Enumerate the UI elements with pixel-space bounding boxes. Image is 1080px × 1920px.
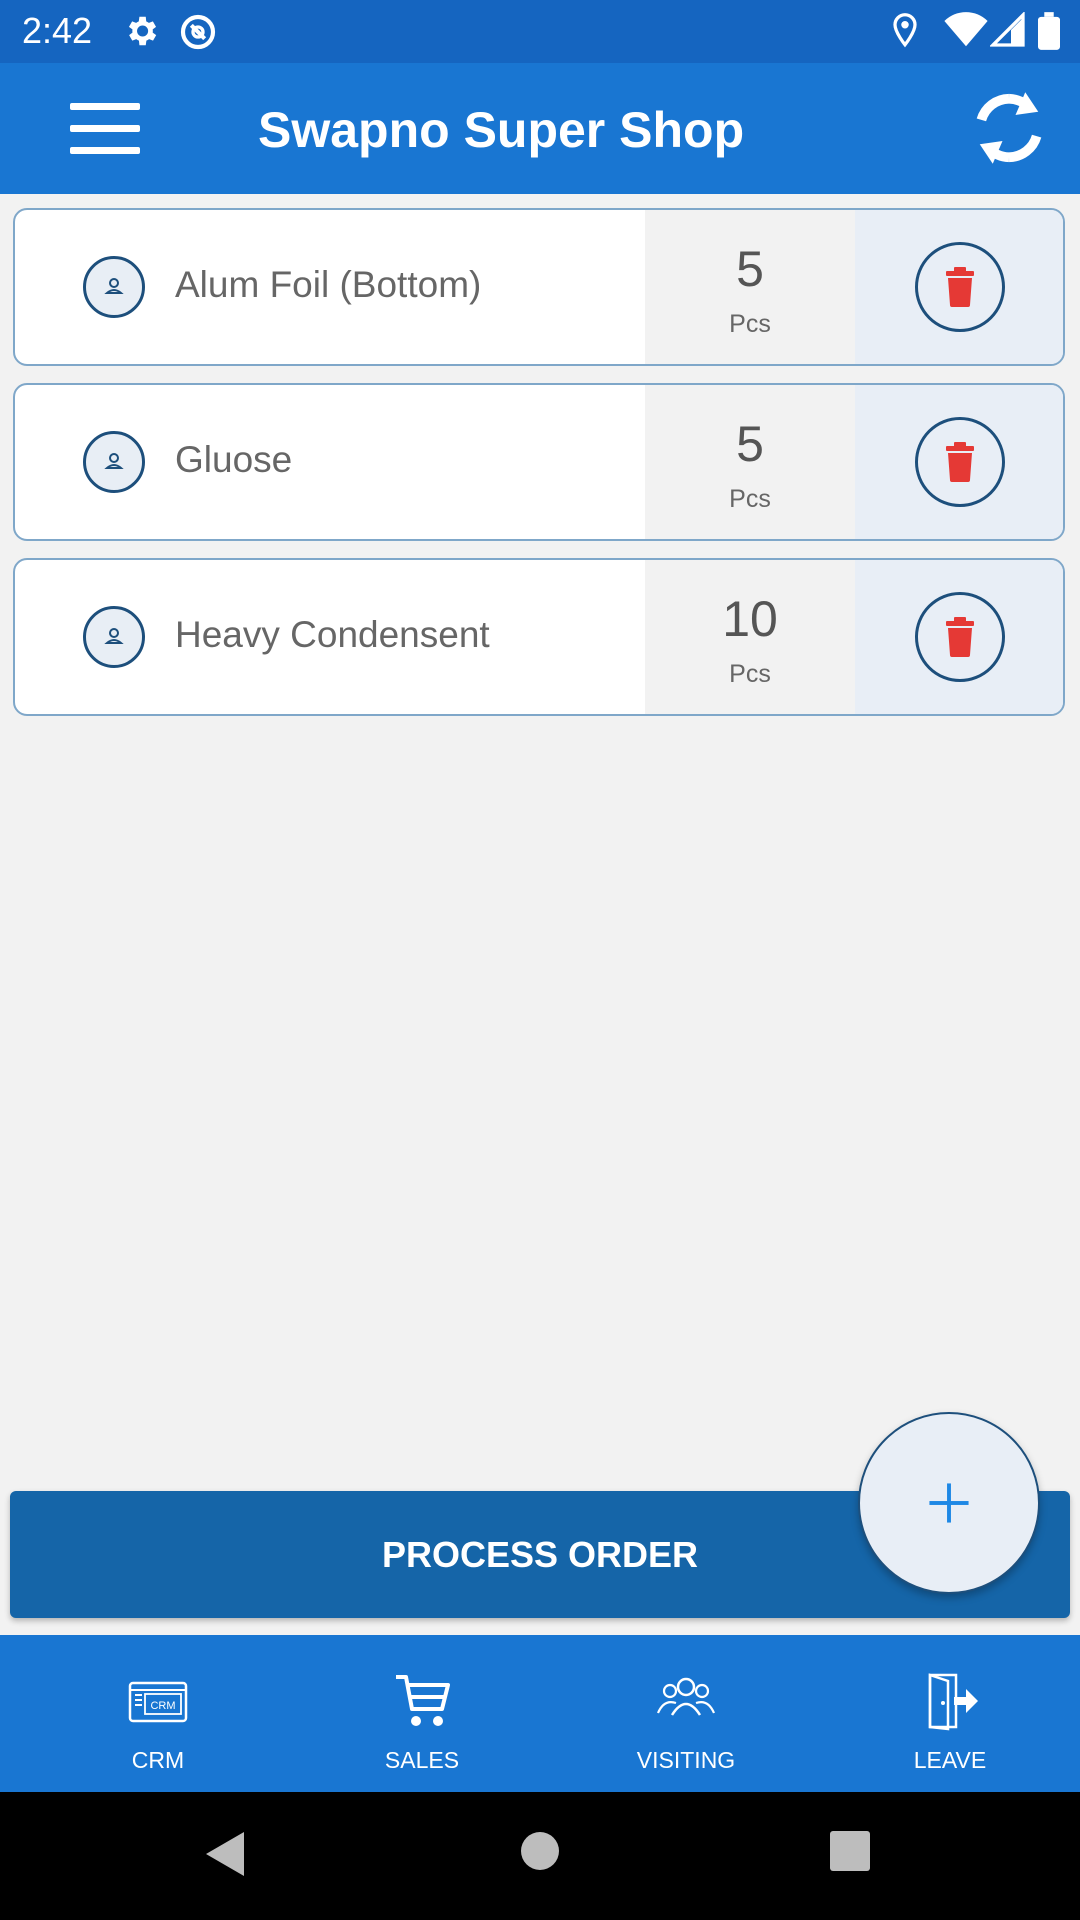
quantity-box[interactable]: 5 Pcs bbox=[645, 210, 855, 364]
quantity-box[interactable]: 10 Pcs bbox=[645, 560, 855, 714]
people-icon bbox=[656, 1677, 716, 1716]
app-title: Swapno Super Shop bbox=[258, 102, 745, 158]
nav-item-visiting[interactable]: VISITING bbox=[554, 1635, 818, 1792]
location-icon bbox=[893, 13, 917, 48]
status-time: 2:42 bbox=[22, 10, 93, 51]
quantity-box[interactable]: 5 Pcs bbox=[645, 385, 855, 539]
item-unit: Pcs bbox=[729, 660, 771, 688]
nav-item-sales[interactable]: SALES bbox=[290, 1635, 554, 1792]
app-bar: Swapno Super Shop bbox=[0, 63, 1080, 194]
trash-icon bbox=[946, 617, 974, 657]
product-icon bbox=[83, 606, 145, 668]
product-icon bbox=[83, 256, 145, 318]
delete-button[interactable] bbox=[915, 242, 1005, 332]
recents-icon[interactable] bbox=[830, 1831, 870, 1871]
item-name: Heavy Condensent bbox=[175, 614, 490, 655]
delete-area bbox=[855, 210, 1063, 364]
refresh-icon[interactable] bbox=[970, 87, 1048, 169]
item-quantity: 5 bbox=[736, 241, 764, 297]
list-item: Gluose 5 Pcs bbox=[13, 383, 1065, 541]
list-item: Heavy Condensent 10 Pcs bbox=[13, 558, 1065, 716]
svg-text:CRM: CRM bbox=[150, 1700, 175, 1712]
delete-area bbox=[855, 385, 1063, 539]
nav-label: SALES bbox=[384, 1747, 460, 1773]
settings-icon bbox=[128, 16, 157, 46]
trash-icon bbox=[946, 442, 974, 482]
cart-icon bbox=[396, 1675, 450, 1726]
list-item: Alum Foil (Bottom) 5 Pcs bbox=[13, 208, 1065, 366]
back-icon[interactable] bbox=[204, 1830, 246, 1878]
sync-status-icon bbox=[180, 14, 216, 50]
nav-item-crm[interactable]: CRM CRM bbox=[26, 1635, 290, 1792]
trash-icon bbox=[946, 267, 974, 307]
exit-icon bbox=[928, 1673, 978, 1731]
item-quantity: 10 bbox=[722, 591, 778, 647]
item-name: Alum Foil (Bottom) bbox=[175, 264, 482, 305]
menu-icon[interactable] bbox=[70, 103, 146, 155]
nav-label: LEAVE bbox=[913, 1747, 987, 1773]
plus-icon bbox=[929, 1483, 969, 1523]
crm-icon: CRM bbox=[128, 1681, 188, 1723]
item-unit: Pcs bbox=[729, 485, 771, 513]
status-bar: 2:42 bbox=[0, 0, 1080, 63]
wifi-icon bbox=[944, 12, 988, 47]
home-icon[interactable] bbox=[520, 1831, 560, 1871]
delete-button[interactable] bbox=[915, 417, 1005, 507]
bottom-nav: CRM CRM SALES VISITING LEAVE bbox=[0, 1635, 1080, 1792]
item-unit: Pcs bbox=[729, 310, 771, 338]
item-name: Gluose bbox=[175, 439, 293, 480]
delete-area bbox=[855, 560, 1063, 714]
nav-label: VISITING bbox=[636, 1747, 736, 1773]
nav-label: CRM bbox=[131, 1747, 185, 1773]
product-icon bbox=[83, 431, 145, 493]
item-quantity: 5 bbox=[736, 416, 764, 472]
delete-button[interactable] bbox=[915, 592, 1005, 682]
add-item-button[interactable] bbox=[858, 1412, 1040, 1594]
signal-icon bbox=[990, 12, 1025, 47]
system-nav-bar bbox=[0, 1792, 1080, 1920]
battery-icon bbox=[1038, 12, 1060, 50]
nav-item-leave[interactable]: LEAVE bbox=[818, 1635, 1080, 1792]
